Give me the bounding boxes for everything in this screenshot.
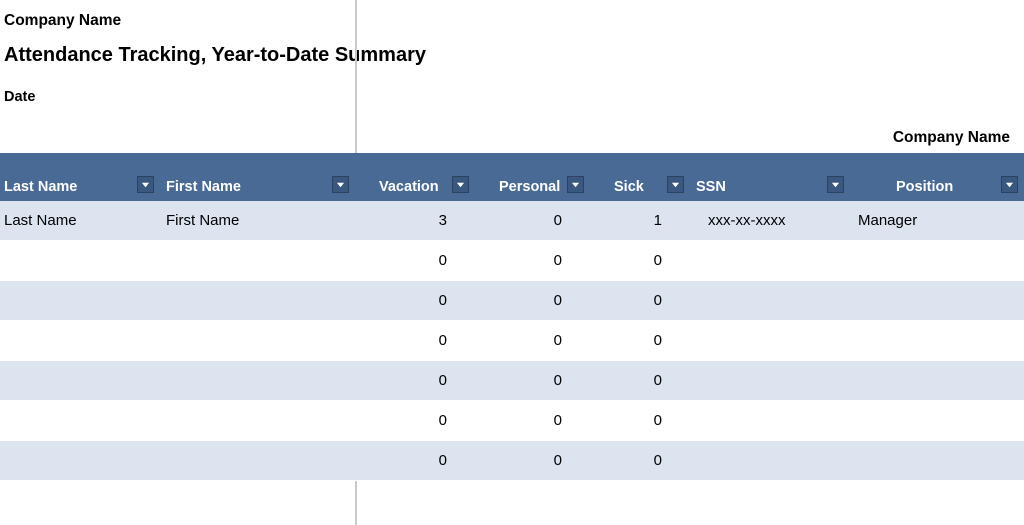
col-header-label: Vacation <box>379 179 439 195</box>
cell-first-name[interactable]: First Name <box>160 201 355 240</box>
filter-dropdown-icon[interactable] <box>452 176 469 193</box>
col-header-label: Position <box>896 179 953 195</box>
cell-last-name[interactable]: Last Name <box>0 201 160 240</box>
cell-vacation[interactable]: 0 <box>355 441 475 480</box>
cell-last-name[interactable] <box>0 281 160 320</box>
cell-position[interactable] <box>850 361 1024 400</box>
col-header-label: First Name <box>166 179 241 195</box>
table-row[interactable]: 000 <box>0 321 1024 361</box>
filter-dropdown-icon[interactable] <box>827 176 844 193</box>
col-header-sick[interactable]: Sick <box>590 153 690 201</box>
cell-vacation[interactable]: 0 <box>355 241 475 280</box>
cell-ssn[interactable] <box>690 281 850 320</box>
cell-personal[interactable]: 0 <box>475 241 590 280</box>
cell-personal[interactable]: 0 <box>475 401 590 440</box>
col-header-first-name[interactable]: First Name <box>160 153 355 201</box>
cell-vacation[interactable]: 0 <box>355 281 475 320</box>
col-header-vacation[interactable]: Vacation <box>355 153 475 201</box>
cell-position[interactable] <box>850 281 1024 320</box>
filter-dropdown-icon[interactable] <box>332 176 349 193</box>
cell-first-name[interactable] <box>160 441 355 480</box>
col-header-personal[interactable]: Personal <box>475 153 590 201</box>
cell-ssn[interactable] <box>690 441 850 480</box>
filter-dropdown-icon[interactable] <box>137 176 154 193</box>
cell-position[interactable] <box>850 321 1024 360</box>
cell-vacation[interactable]: 3 <box>355 201 475 240</box>
table-body: Last NameFirst Name301xxx-xx-xxxxManager… <box>0 201 1024 481</box>
table-header-row: Last Name First Name Vacation Personal S… <box>0 153 1024 201</box>
cell-position[interactable] <box>850 441 1024 480</box>
cell-ssn[interactable] <box>690 361 850 400</box>
table-row[interactable]: Last NameFirst Name301xxx-xx-xxxxManager <box>0 201 1024 241</box>
cell-ssn[interactable]: xxx-xx-xxxx <box>690 201 850 240</box>
cell-sick[interactable]: 0 <box>590 441 690 480</box>
col-header-label: Last Name <box>4 179 77 195</box>
cell-position[interactable] <box>850 401 1024 440</box>
date-label: Date <box>4 89 1018 125</box>
table-row[interactable]: 000 <box>0 361 1024 401</box>
cell-sick[interactable]: 1 <box>590 201 690 240</box>
cell-first-name[interactable] <box>160 401 355 440</box>
cell-personal[interactable]: 0 <box>475 441 590 480</box>
filter-dropdown-icon[interactable] <box>1001 176 1018 193</box>
cell-first-name[interactable] <box>160 241 355 280</box>
cell-sick[interactable]: 0 <box>590 241 690 280</box>
cell-last-name[interactable] <box>0 321 160 360</box>
filter-dropdown-icon[interactable] <box>667 176 684 193</box>
table-row[interactable]: 000 <box>0 441 1024 481</box>
cell-last-name[interactable] <box>0 361 160 400</box>
spreadsheet-sheet: Company Name Attendance Tracking, Year-t… <box>0 0 1024 525</box>
cell-sick[interactable]: 0 <box>590 401 690 440</box>
cell-first-name[interactable] <box>160 281 355 320</box>
col-header-label: Sick <box>614 179 644 195</box>
filter-dropdown-icon[interactable] <box>567 176 584 193</box>
company-name-right: Company Name <box>893 129 1010 147</box>
cell-sick[interactable]: 0 <box>590 361 690 400</box>
col-header-last-name[interactable]: Last Name <box>0 153 160 201</box>
cell-ssn[interactable] <box>690 401 850 440</box>
cell-ssn[interactable] <box>690 321 850 360</box>
company-name-right-wrap: Company Name <box>4 125 1018 153</box>
cell-sick[interactable]: 0 <box>590 281 690 320</box>
cell-vacation[interactable]: 0 <box>355 401 475 440</box>
col-header-label: Personal <box>499 179 560 195</box>
cell-ssn[interactable] <box>690 241 850 280</box>
cell-personal[interactable]: 0 <box>475 321 590 360</box>
company-name-top: Company Name <box>4 10 1018 44</box>
col-header-ssn[interactable]: SSN <box>690 153 850 201</box>
table-row[interactable]: 000 <box>0 401 1024 441</box>
cell-last-name[interactable] <box>0 441 160 480</box>
cell-personal[interactable]: 0 <box>475 201 590 240</box>
cell-position[interactable]: Manager <box>850 201 1024 240</box>
cell-last-name[interactable] <box>0 401 160 440</box>
page-title: Attendance Tracking, Year-to-Date Summar… <box>4 44 1018 89</box>
cell-last-name[interactable] <box>0 241 160 280</box>
cell-sick[interactable]: 0 <box>590 321 690 360</box>
cell-vacation[interactable]: 0 <box>355 321 475 360</box>
cell-personal[interactable]: 0 <box>475 281 590 320</box>
col-header-label: SSN <box>696 179 726 195</box>
cell-position[interactable] <box>850 241 1024 280</box>
cell-first-name[interactable] <box>160 361 355 400</box>
table-row[interactable]: 000 <box>0 281 1024 321</box>
cell-vacation[interactable]: 0 <box>355 361 475 400</box>
sheet-header-area: Company Name Attendance Tracking, Year-t… <box>0 0 1024 153</box>
cell-personal[interactable]: 0 <box>475 361 590 400</box>
col-header-position[interactable]: Position <box>850 153 1024 201</box>
cell-first-name[interactable] <box>160 321 355 360</box>
table-row[interactable]: 000 <box>0 241 1024 281</box>
